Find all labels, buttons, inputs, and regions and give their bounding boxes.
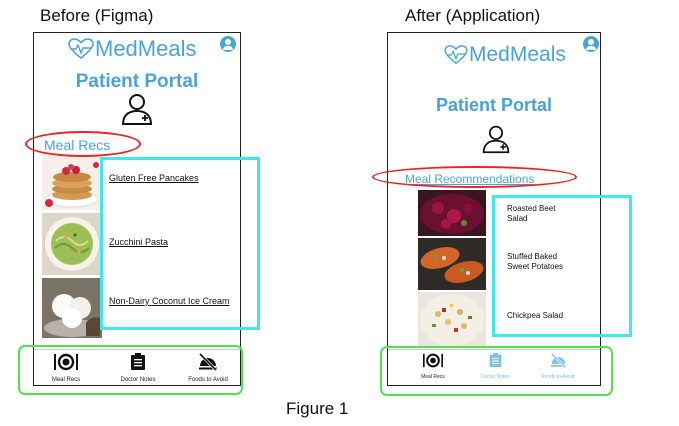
doctor-icon (482, 125, 510, 154)
heading-highlight (25, 131, 141, 157)
meal-list-highlight (492, 195, 632, 337)
after-caption: After (Application) (405, 6, 541, 25)
zucchini-pasta-image[interactable] (42, 213, 102, 275)
tab-bar-highlight (380, 346, 613, 396)
app-name: MedMeals (95, 36, 197, 61)
app-name: MedMeals (469, 43, 566, 66)
coconut-ice-cream-image[interactable] (42, 278, 102, 338)
pancakes-image[interactable] (42, 155, 102, 210)
app-logo: MedMeals (444, 43, 566, 67)
chickpea-salad-image[interactable] (418, 292, 486, 348)
heart-pulse-icon (68, 38, 94, 60)
sweet-potatoes-image[interactable] (418, 238, 486, 290)
account-icon[interactable] (220, 36, 236, 52)
figure-caption: Figure 1 (286, 399, 349, 418)
beet-salad-image[interactable] (418, 190, 486, 236)
before-caption: Before (Figma) (40, 6, 154, 25)
tab-bar-highlight (18, 345, 243, 395)
heading-highlight (372, 166, 577, 188)
page-title: Patient Portal (435, 95, 553, 115)
doctor-icon (121, 94, 153, 125)
heart-pulse-icon (444, 45, 468, 65)
account-icon[interactable] (583, 36, 599, 52)
page-title: Patient Portal (75, 71, 199, 92)
app-logo: MedMeals (68, 36, 196, 62)
meal-list-highlight (100, 157, 260, 330)
